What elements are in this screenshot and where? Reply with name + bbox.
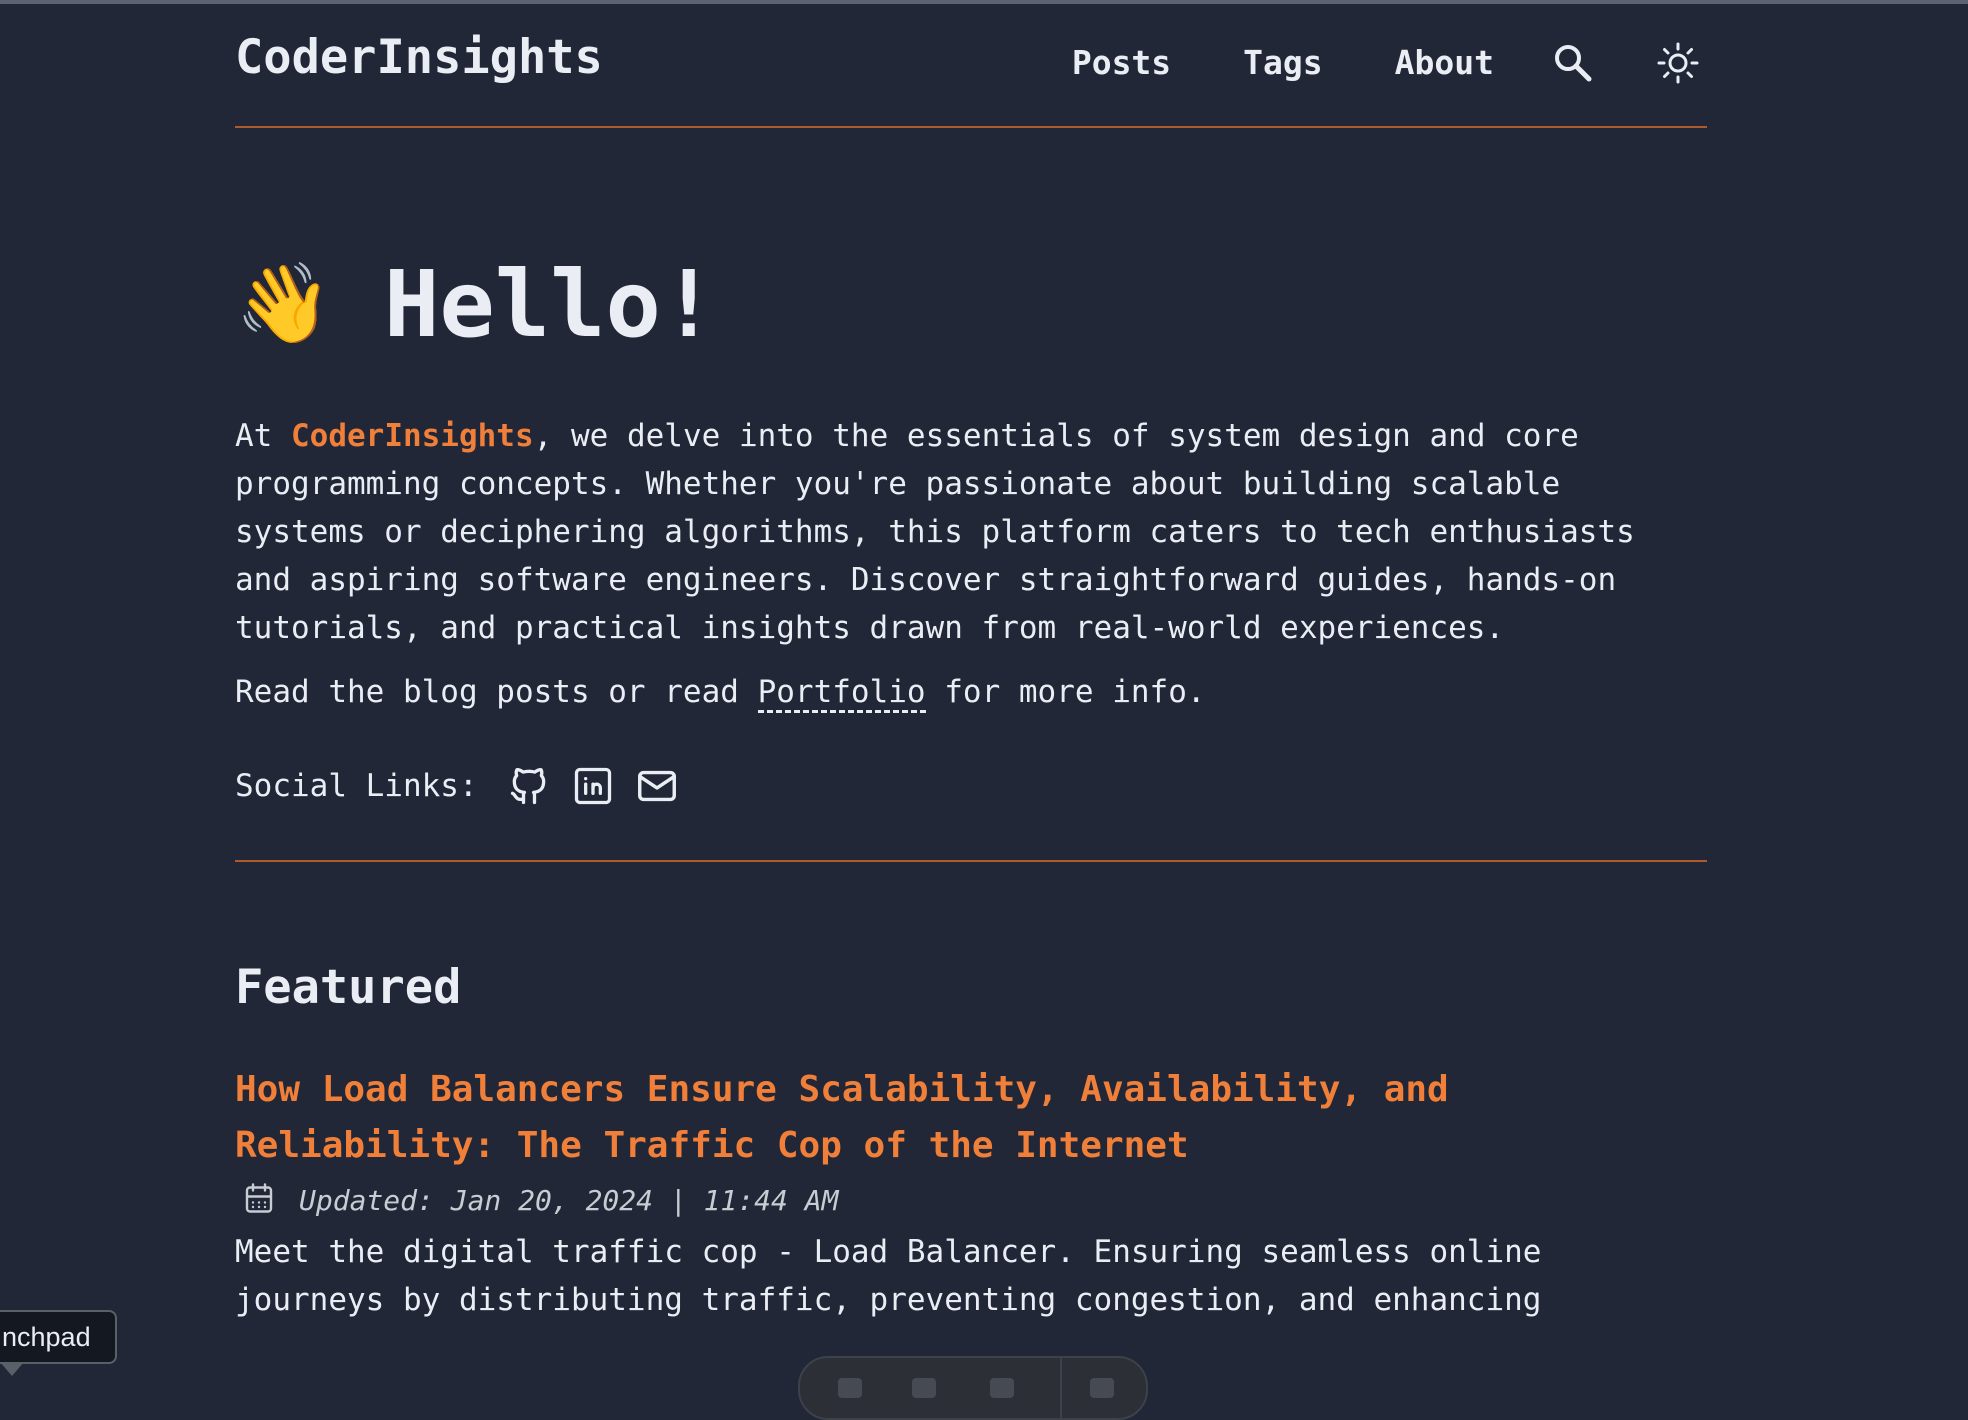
read-prefix: Read the blog posts or read	[235, 674, 758, 710]
search-icon[interactable]	[1544, 34, 1602, 92]
intro-paragraph: At CoderInsights, we delve into the esse…	[235, 412, 1707, 652]
featured-post: How Load Balancers Ensure Scalability, A…	[235, 1062, 1707, 1324]
post-date: Updated: Jan 20, 2024 | 11:44 AM	[299, 1183, 839, 1217]
nav-tags[interactable]: Tags	[1243, 34, 1322, 92]
nav-about[interactable]: About	[1395, 34, 1494, 92]
mail-icon[interactable]	[632, 761, 682, 811]
post-title-link[interactable]: How Load Balancers Ensure Scalability, A…	[235, 1062, 1515, 1174]
toolbar-item[interactable]	[1090, 1378, 1114, 1398]
post-description: Meet the digital traffic cop - Load Bala…	[235, 1234, 1542, 1318]
portfolio-link[interactable]: Portfolio	[757, 674, 926, 713]
social-label: Social Links:	[235, 768, 478, 804]
page-container: CoderInsights Posts Tags About 👋 Hello! …	[235, 0, 1707, 1324]
social-links: Social Links:	[235, 756, 1707, 816]
hero-section: 👋 Hello! At CoderInsights, we delve into…	[235, 128, 1707, 816]
brand-name: CoderInsights	[291, 418, 534, 454]
nav-posts[interactable]: Posts	[1072, 34, 1171, 92]
linkedin-icon[interactable]	[568, 761, 618, 811]
toolbar-item[interactable]	[990, 1378, 1014, 1398]
tooltip-text: nchpad	[2, 1322, 91, 1352]
floating-toolbar[interactable]	[798, 1356, 1148, 1420]
toolbar-item[interactable]	[912, 1378, 936, 1398]
post-meta: Updated: Jan 20, 2024 | 11:44 AM	[235, 1178, 1707, 1222]
read-suffix: for more info.	[925, 674, 1206, 710]
intro-prefix: At	[235, 418, 291, 454]
tooltip: nchpad	[0, 1310, 117, 1376]
site-logo[interactable]: CoderInsights	[235, 30, 603, 85]
calendar-icon	[241, 1180, 277, 1220]
github-icon[interactable]	[504, 761, 554, 811]
toolbar-item[interactable]	[838, 1378, 862, 1398]
toolbar-divider	[1060, 1358, 1062, 1418]
main-nav: Posts Tags About	[1072, 34, 1707, 92]
waving-hand-emoji: 👋	[235, 259, 333, 349]
sun-icon[interactable]	[1649, 34, 1707, 92]
read-more-text: Read the blog posts or read Portfolio fo…	[235, 668, 1707, 716]
hero-title: 👋 Hello!	[235, 248, 1707, 360]
featured-section: Featured How Load Balancers Ensure Scala…	[235, 862, 1707, 1324]
tooltip-arrow	[0, 1362, 24, 1376]
page-title: Hello!	[384, 250, 717, 358]
site-header: CoderInsights Posts Tags About	[235, 0, 1707, 126]
featured-heading: Featured	[235, 960, 462, 1015]
